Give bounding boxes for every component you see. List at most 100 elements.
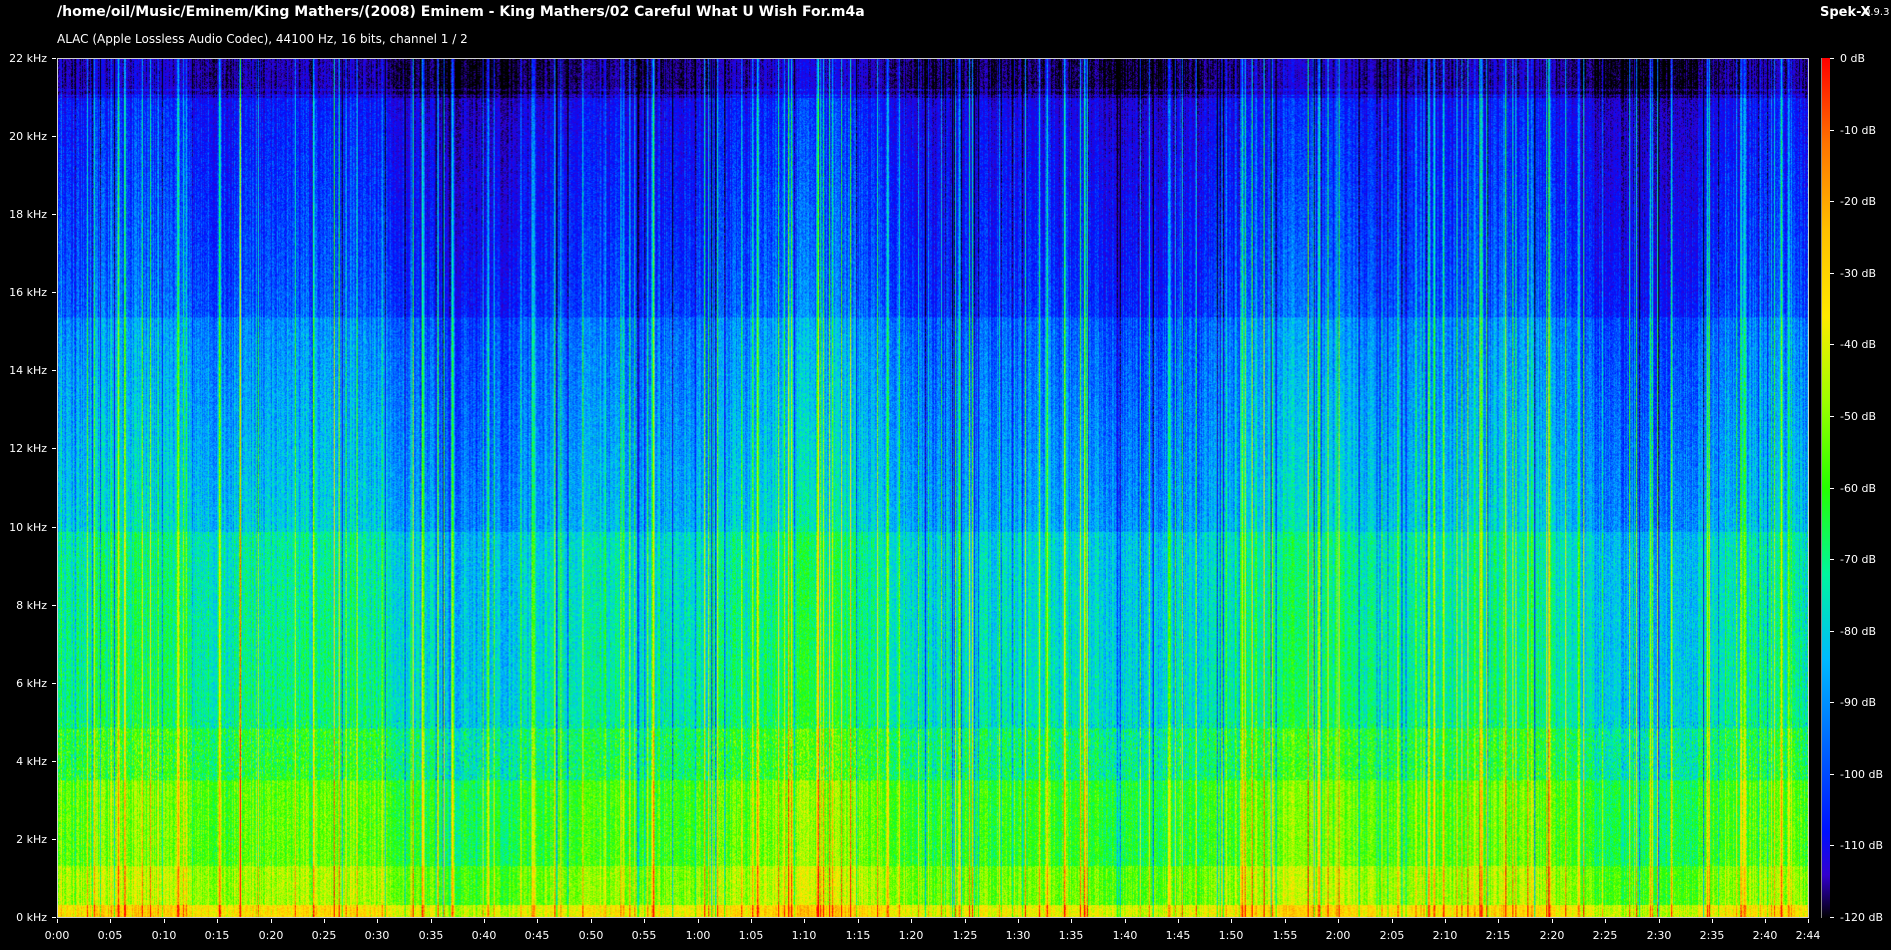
time-tick-label: 0:35 bbox=[418, 929, 444, 942]
decibel-tick-label: -100 dB bbox=[1840, 768, 1883, 781]
time-tick-label: 2:40 bbox=[1752, 929, 1778, 942]
time-tick bbox=[431, 919, 432, 923]
time-tick-label: 0:10 bbox=[151, 929, 177, 942]
audio-format-info: ALAC (Apple Lossless Audio Codec), 44100… bbox=[57, 32, 468, 46]
decibel-tick-label: -10 dB bbox=[1840, 124, 1876, 137]
time-tick-label: 1:55 bbox=[1272, 929, 1298, 942]
time-tick-label: 1:00 bbox=[685, 929, 711, 942]
decibel-tick bbox=[1830, 774, 1834, 775]
time-tick-label: 1:10 bbox=[791, 929, 817, 942]
time-tick bbox=[1071, 919, 1072, 923]
decibel-tick-label: -30 dB bbox=[1840, 267, 1876, 280]
frequency-tick-label: 10 kHz bbox=[9, 521, 47, 534]
time-tick bbox=[1659, 919, 1660, 923]
frequency-tick-label: 18 kHz bbox=[9, 208, 47, 221]
time-tick-label: 1:45 bbox=[1165, 929, 1191, 942]
time-tick bbox=[1712, 919, 1713, 923]
time-tick-label: 2:15 bbox=[1485, 929, 1511, 942]
decibel-tick bbox=[1830, 631, 1834, 632]
time-tick bbox=[217, 919, 218, 923]
decibel-tick bbox=[1830, 488, 1834, 489]
time-tick bbox=[377, 919, 378, 923]
decibel-tick-label: -40 dB bbox=[1840, 338, 1876, 351]
time-tick-label: 0:25 bbox=[311, 929, 337, 942]
frequency-tick-label: 8 kHz bbox=[16, 599, 47, 612]
time-tick bbox=[1498, 919, 1499, 923]
time-tick-label: 0:00 bbox=[44, 929, 70, 942]
decibel-tick bbox=[1830, 702, 1834, 703]
decibel-tick bbox=[1830, 344, 1834, 345]
time-tick-label: 0:50 bbox=[578, 929, 604, 942]
time-tick-label: 1:15 bbox=[845, 929, 871, 942]
frequency-tick-label: 6 kHz bbox=[16, 677, 47, 690]
time-tick bbox=[1392, 919, 1393, 923]
frequency-tick bbox=[52, 761, 56, 762]
time-tick bbox=[1552, 919, 1553, 923]
time-tick bbox=[1231, 919, 1232, 923]
file-path-title: /home/oil/Music/Eminem/King Mathers/(200… bbox=[57, 4, 865, 20]
decibel-tick-label: 0 dB bbox=[1840, 52, 1866, 65]
time-tick-label: 2:44 bbox=[1795, 929, 1821, 942]
frequency-tick bbox=[52, 370, 56, 371]
time-tick-label: 1:50 bbox=[1218, 929, 1244, 942]
time-tick-label: 2:35 bbox=[1699, 929, 1725, 942]
frequency-tick-label: 14 kHz bbox=[9, 364, 47, 377]
time-tick bbox=[644, 919, 645, 923]
time-tick bbox=[1808, 919, 1809, 923]
spek-x-window: /home/oil/Music/Eminem/King Mathers/(200… bbox=[0, 0, 1891, 950]
decibel-tick-label: -120 dB bbox=[1840, 911, 1883, 924]
decibel-tick bbox=[1830, 845, 1834, 846]
time-tick bbox=[1125, 919, 1126, 923]
frequency-tick-label: 0 kHz bbox=[16, 911, 47, 924]
decibel-tick bbox=[1830, 917, 1834, 918]
time-tick bbox=[324, 919, 325, 923]
decibel-tick-label: -90 dB bbox=[1840, 696, 1876, 709]
decibel-tick bbox=[1830, 58, 1834, 59]
frequency-tick-label: 16 kHz bbox=[9, 286, 47, 299]
frequency-tick-label: 2 kHz bbox=[16, 833, 47, 846]
time-tick bbox=[1285, 919, 1286, 923]
decibel-tick bbox=[1830, 416, 1834, 417]
time-tick-label: 2:10 bbox=[1432, 929, 1458, 942]
time-tick-label: 0:15 bbox=[204, 929, 230, 942]
frequency-tick bbox=[52, 605, 56, 606]
time-tick bbox=[804, 919, 805, 923]
time-tick-label: 2:25 bbox=[1592, 929, 1618, 942]
time-tick bbox=[911, 919, 912, 923]
time-tick bbox=[1018, 919, 1019, 923]
app-name: Spek-X bbox=[1820, 5, 1871, 20]
decibel-tick-label: -110 dB bbox=[1840, 839, 1883, 852]
spectrogram-heatmap bbox=[58, 59, 1808, 917]
time-tick-label: 1:30 bbox=[1005, 929, 1031, 942]
frequency-tick bbox=[52, 448, 56, 449]
time-tick bbox=[1338, 919, 1339, 923]
frequency-tick-label: 12 kHz bbox=[9, 442, 47, 455]
time-tick-label: 2:20 bbox=[1539, 929, 1565, 942]
frequency-tick bbox=[52, 136, 56, 137]
time-tick bbox=[1605, 919, 1606, 923]
time-tick-label: 2:30 bbox=[1646, 929, 1672, 942]
decibel-tick-label: -50 dB bbox=[1840, 410, 1876, 423]
frequency-tick-label: 4 kHz bbox=[16, 755, 47, 768]
decibel-tick-label: -70 dB bbox=[1840, 553, 1876, 566]
decibel-tick-label: -60 dB bbox=[1840, 482, 1876, 495]
time-tick bbox=[1765, 919, 1766, 923]
time-tick bbox=[965, 919, 966, 923]
time-tick-label: 2:00 bbox=[1325, 929, 1351, 942]
time-tick bbox=[591, 919, 592, 923]
time-tick-label: 1:05 bbox=[738, 929, 764, 942]
time-tick bbox=[537, 919, 538, 923]
time-tick-label: 1:35 bbox=[1058, 929, 1084, 942]
frequency-tick-label: 22 kHz bbox=[9, 52, 47, 65]
decibel-colorbar bbox=[1821, 58, 1830, 918]
time-tick-label: 0:05 bbox=[97, 929, 123, 942]
decibel-tick bbox=[1830, 273, 1834, 274]
decibel-tick bbox=[1830, 201, 1834, 202]
decibel-tick bbox=[1830, 130, 1834, 131]
time-tick bbox=[698, 919, 699, 923]
time-tick bbox=[858, 919, 859, 923]
spectrogram-plot[interactable] bbox=[57, 58, 1809, 918]
frequency-tick bbox=[52, 58, 56, 59]
time-tick bbox=[57, 919, 58, 923]
time-tick bbox=[271, 919, 272, 923]
